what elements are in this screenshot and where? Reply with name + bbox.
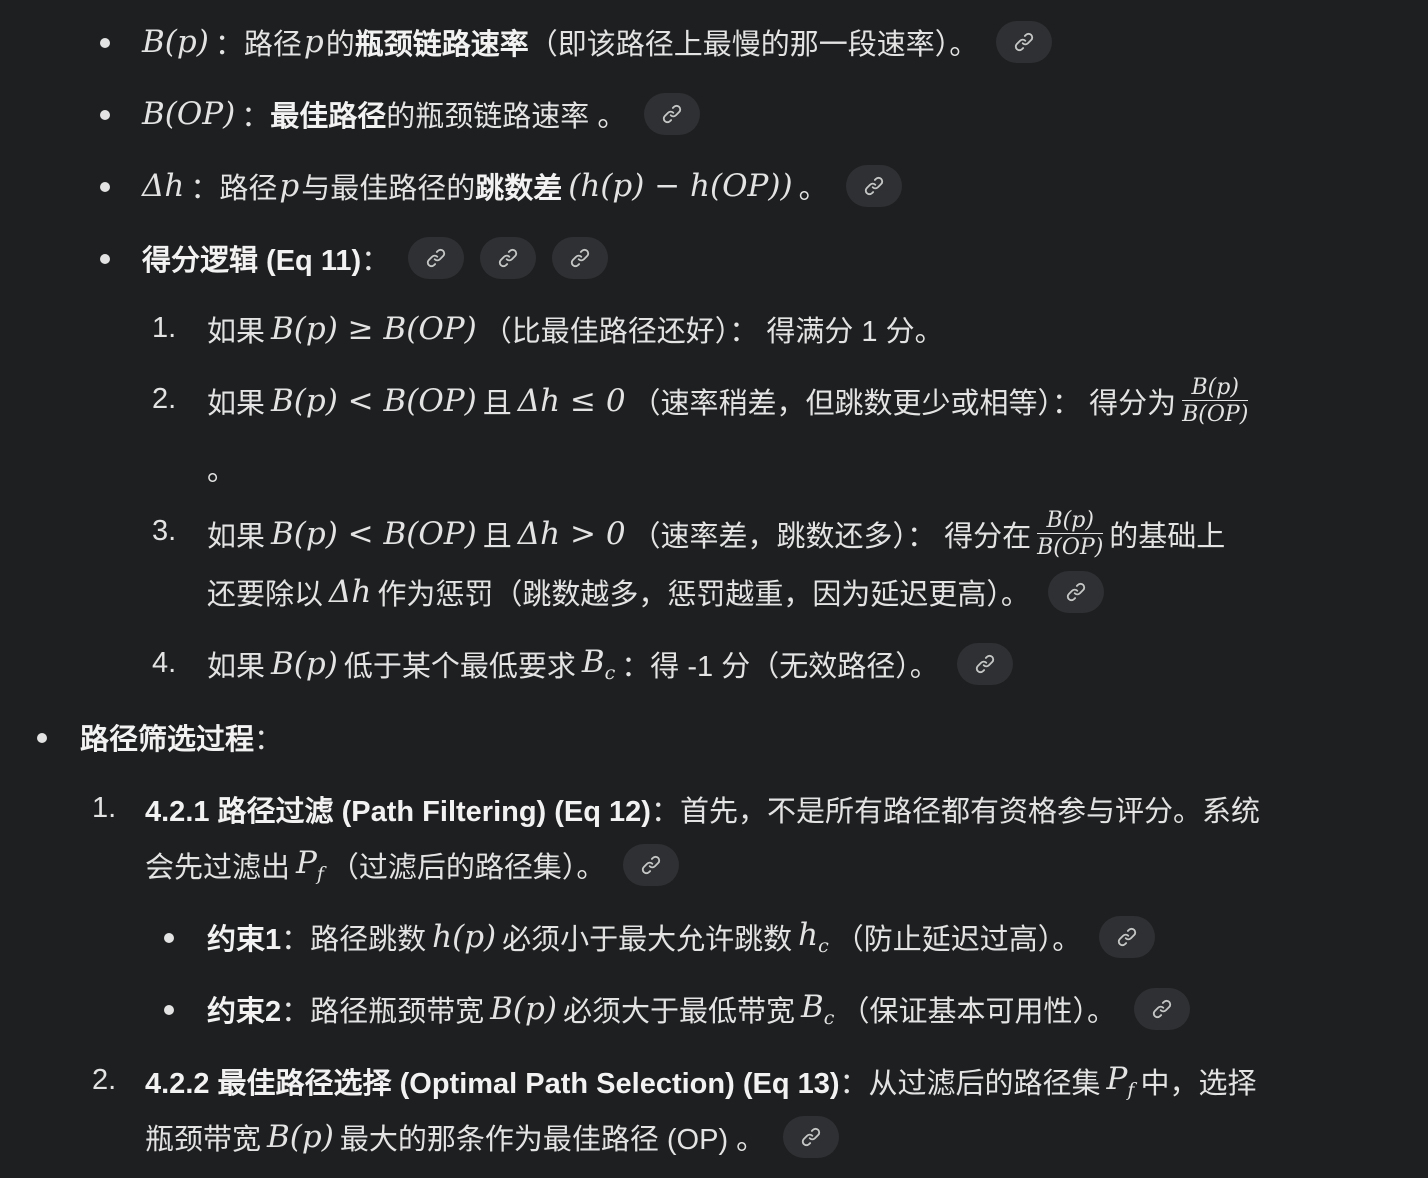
link-icon[interactable] bbox=[644, 93, 701, 135]
filtering-heading: 路径筛选过程 bbox=[80, 724, 255, 756]
rule-4: 如果 B(p) 低于某个最低要求 Bc ：得 -1 分（无效路径）。 bbox=[207, 642, 1013, 686]
math-delta-h: Δh bbox=[142, 168, 185, 204]
item-filtering: 路径筛选过程 ： bbox=[80, 715, 283, 759]
bullet bbox=[164, 933, 174, 943]
term-best-path: 最佳路径 bbox=[270, 101, 387, 133]
list-number: 2. bbox=[152, 383, 177, 415]
bullet bbox=[100, 110, 110, 120]
item-bp: B(p) ：路径 p 的 瓶颈链路速率 （即该路径上最慢的那一段速率）。 bbox=[142, 20, 1053, 64]
step-1: 4.2.1 路径过滤 (Path Filtering) (Eq 12) ：首先，… bbox=[145, 796, 1260, 828]
step-1-cont: 会先过滤出 Pf （过滤后的路径集）。 bbox=[145, 843, 680, 887]
list-number: 1. bbox=[92, 792, 117, 824]
math-bop: B(OP) bbox=[142, 96, 236, 132]
bullet bbox=[100, 182, 110, 192]
bullet bbox=[37, 733, 47, 743]
step-2-cont: 瓶颈带宽 B(p) 最大的那条作为最佳路径 (OP) 。 bbox=[145, 1115, 840, 1159]
item-delta-h: Δh ：路径 p 与最佳路径的 跳数差 (h(p) − h(OP)) 。 bbox=[142, 164, 902, 208]
rule-2: 如果 B(p) < B(OP) 且 Δh ≤ 0 （速率稍差，但跳数更少或相等）… bbox=[207, 374, 1249, 428]
step-2: 4.2.2 最佳路径选择 (Optimal Path Selection) (E… bbox=[145, 1060, 1257, 1102]
link-icon[interactable] bbox=[783, 1116, 840, 1158]
list-number: 3. bbox=[152, 515, 177, 547]
rule-3: 如果 B(p) < B(OP) 且 Δh > 0 （速率差，跳数还多）： 得分在… bbox=[207, 507, 1226, 561]
scoring-heading: 得分逻辑 (Eq 11) bbox=[142, 245, 362, 277]
link-icon[interactable] bbox=[1047, 571, 1104, 613]
link-icon[interactable] bbox=[956, 643, 1013, 685]
fraction: B(p) B(OP) bbox=[1182, 374, 1249, 428]
list-number: 4. bbox=[152, 647, 177, 679]
rule-3-cont: 还要除以 Δh 作为惩罚（跳数越多，惩罚越重，因为延迟更高）。 bbox=[207, 570, 1104, 614]
term-bottleneck-rate: 瓶颈链路速率 bbox=[354, 29, 529, 61]
rule-1: 如果 B(p) ≥ B(OP) （比最佳路径还好）： 得满分 1 分。 bbox=[207, 311, 944, 348]
link-icon[interactable] bbox=[996, 21, 1053, 63]
constraint-2: 约束2 ：路径瓶颈带宽 B(p) 必须大于最低带宽 Bc （保证基本可用性）。 bbox=[207, 987, 1190, 1031]
term-hop-diff: 跳数差 bbox=[475, 173, 563, 205]
bullet bbox=[100, 38, 110, 48]
bullet bbox=[164, 1005, 174, 1015]
item-bop: B(OP) ： 最佳路径 的瓶颈链路速率 。 bbox=[142, 92, 701, 136]
item-scoring: 得分逻辑 (Eq 11) ： bbox=[142, 236, 609, 280]
link-icon[interactable] bbox=[1133, 988, 1190, 1030]
link-icon[interactable] bbox=[845, 165, 902, 207]
link-icon[interactable] bbox=[552, 237, 609, 279]
math-bp: B(p) bbox=[142, 24, 209, 60]
link-icon[interactable] bbox=[1099, 916, 1156, 958]
list-number: 2. bbox=[92, 1064, 117, 1096]
link-icon[interactable] bbox=[480, 237, 537, 279]
link-icon[interactable] bbox=[623, 844, 680, 886]
rule-2-cont: 。 bbox=[207, 455, 237, 487]
list-number: 1. bbox=[152, 312, 177, 344]
link-icon[interactable] bbox=[408, 237, 465, 279]
constraint-1: 约束1 ：路径跳数 h(p) 必须小于最大允许跳数 hc （防止延迟过高）。 bbox=[207, 915, 1156, 959]
bullet bbox=[100, 254, 110, 264]
fraction: B(p) B(OP) bbox=[1037, 507, 1104, 561]
